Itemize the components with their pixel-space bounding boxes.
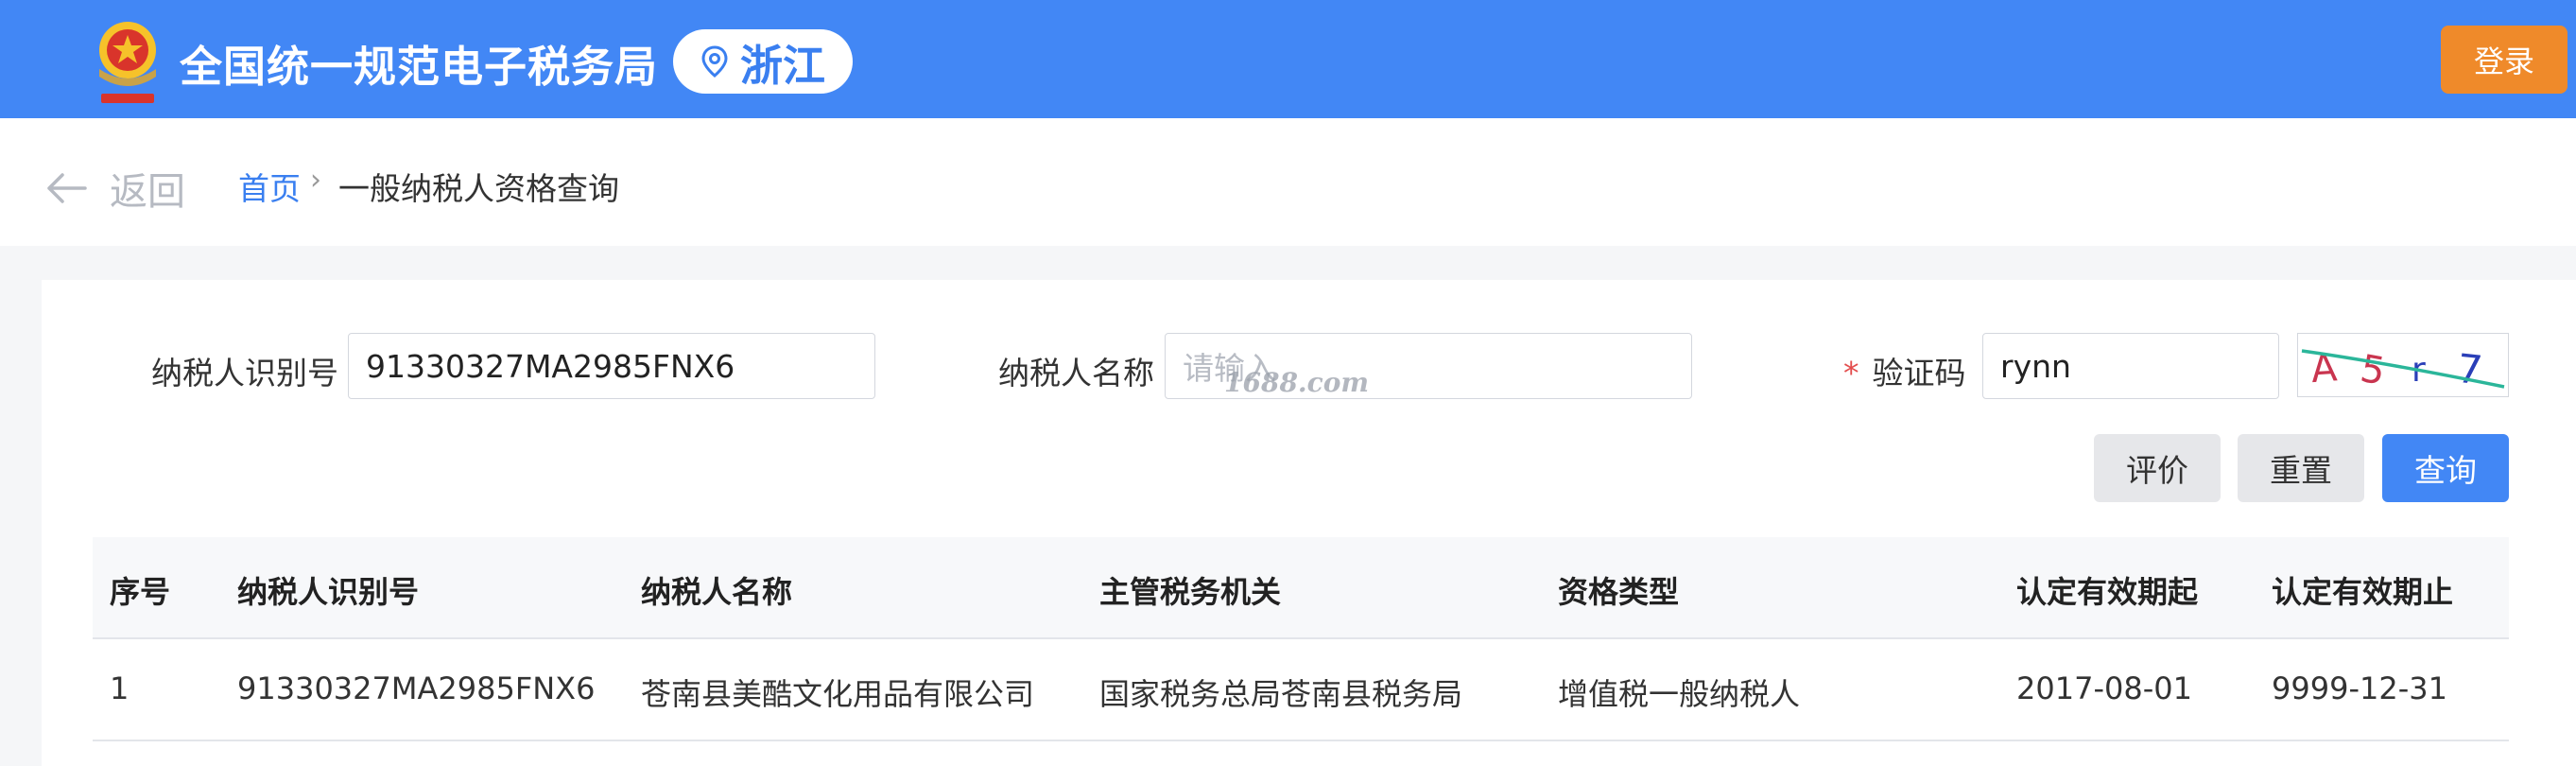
captcha-graphic: A 5 r 7 xyxy=(2301,345,2505,394)
evaluate-button[interactable]: 评价 xyxy=(2094,434,2221,502)
breadcrumb-home-link[interactable]: 首页 xyxy=(238,164,301,209)
region-selector[interactable]: 浙江 xyxy=(673,29,853,94)
taxpayer-id-input[interactable]: 91330327MA2985FNX6 xyxy=(348,333,875,399)
back-button[interactable]: 返回 xyxy=(45,161,185,216)
captcha-label-group: * 验证码 xyxy=(1843,348,1966,393)
column-header: 认定有效期起 xyxy=(2016,574,2199,610)
region-label: 浙江 xyxy=(739,40,825,91)
watermark: 1688.com xyxy=(1224,367,1370,398)
svg-text:7: 7 xyxy=(2455,345,2485,394)
column-header: 序号 xyxy=(110,574,171,610)
table-cell: 9999-12-31 xyxy=(2272,670,2447,706)
column-header: 主管税务机关 xyxy=(1099,574,1282,610)
table-cell: 增值税一般纳税人 xyxy=(1558,676,1801,712)
breadcrumb-current: 一般纳税人资格查询 xyxy=(338,170,619,207)
tax-emblem-icon xyxy=(99,22,156,103)
breadcrumb-bar: 返回 首页 › 一般纳税人资格查询 xyxy=(0,118,2576,246)
breadcrumb-separator: › xyxy=(310,164,321,197)
table-cell: 国家税务总局苍南县税务局 xyxy=(1099,676,1463,712)
table-cell: 91330327MA2985FNX6 xyxy=(237,670,596,706)
captcha-label: 验证码 xyxy=(1872,355,1966,392)
table-header: 序号 纳税人识别号 纳税人名称 主管税务机关 资格类型 认定有效期起 认定有效期… xyxy=(93,537,2509,639)
table-cell: 2017-08-01 xyxy=(2016,670,2192,706)
required-mark: * xyxy=(1843,355,1859,392)
column-header: 纳税人识别号 xyxy=(237,574,420,610)
column-header: 纳税人名称 xyxy=(641,574,793,610)
site-title: 全国统一规范电子税务局 xyxy=(180,42,659,92)
login-button[interactable]: 登录 xyxy=(2441,26,2567,94)
back-label: 返回 xyxy=(110,170,185,214)
arrow-left-icon xyxy=(47,173,87,203)
taxpayer-name-label: 纳税人名称 xyxy=(998,355,1154,392)
reset-button[interactable]: 重置 xyxy=(2238,434,2364,502)
column-header: 资格类型 xyxy=(1558,574,1680,610)
svg-text:5: 5 xyxy=(2357,347,2388,394)
table-cell: 1 xyxy=(110,670,130,706)
location-pin-icon xyxy=(701,45,728,78)
table-cell: 苍南县美酷文化用品有限公司 xyxy=(641,676,1035,712)
table-row[interactable]: 1 91330327MA2985FNX6 苍南县美酷文化用品有限公司 国家税务总… xyxy=(93,639,2509,741)
captcha-input[interactable]: rynn xyxy=(1982,333,2279,399)
captcha-image[interactable]: A 5 r 7 xyxy=(2297,333,2509,397)
taxpayer-id-label: 纳税人识别号 xyxy=(151,355,338,392)
column-header: 认定有效期止 xyxy=(2272,574,2454,610)
query-button[interactable]: 查询 xyxy=(2382,434,2509,502)
top-header: 全国统一规范电子税务局 浙江 登录 xyxy=(0,0,2576,118)
